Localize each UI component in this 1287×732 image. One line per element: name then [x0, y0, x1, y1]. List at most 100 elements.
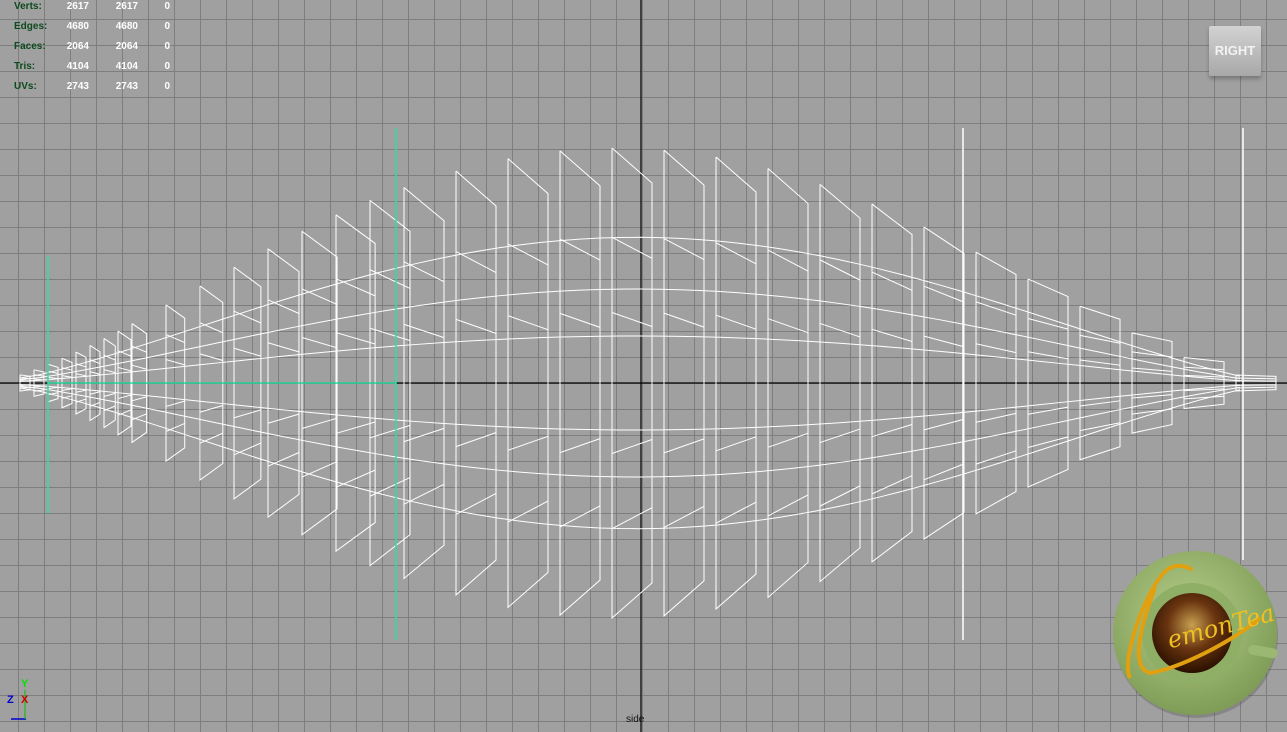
wire-edge [975, 343, 1017, 354]
wire-edge [1235, 386, 1277, 389]
wire-edge [1027, 317, 1069, 330]
wire-edge [1235, 380, 1277, 382]
stat-label: Tris: [14, 61, 36, 72]
wire-edge [871, 271, 913, 291]
lemontea-logo: emonTea [1113, 551, 1278, 718]
wire-edge [61, 375, 73, 378]
wire-edge [335, 421, 376, 434]
wire-edge [1235, 377, 1277, 380]
wire-edge [923, 463, 965, 481]
wire-edge [267, 452, 300, 467]
wire-edge [1027, 436, 1069, 449]
stat-label: Edges: [14, 21, 48, 32]
wire-edge [975, 412, 1017, 423]
wire-edge [871, 424, 913, 438]
wireframe-scene[interactable] [0, 0, 1287, 732]
wire-edge [165, 334, 185, 344]
wire-edge [507, 435, 549, 451]
stat-label: Faces: [14, 41, 46, 52]
wire-edge [975, 301, 1017, 316]
wire-longitudinal-edge [19, 385, 1241, 478]
wire-edge [89, 371, 101, 375]
wire-edge [715, 314, 757, 330]
wire-edge [507, 315, 549, 331]
wire-edge [663, 505, 705, 528]
wire-edge [117, 409, 132, 416]
view-cube-right-button[interactable]: RIGHT [1209, 26, 1261, 76]
wire-edge [975, 450, 1017, 465]
wire-edge [267, 299, 300, 314]
wire-edge [559, 238, 601, 261]
wire-edge [455, 493, 497, 515]
wire-edge [117, 350, 132, 357]
wire-edge [233, 347, 262, 357]
wire-edge [507, 243, 549, 266]
wire-edge [267, 342, 300, 353]
stat-total: 2743 [66, 81, 89, 92]
wire-edge [663, 312, 705, 328]
wire-edge [131, 345, 147, 353]
wire-edge [923, 285, 965, 303]
wire-edge [1131, 367, 1173, 372]
wire-edge [455, 318, 497, 334]
wire-edge [715, 501, 757, 524]
wire-edge [301, 461, 338, 478]
side-viewport[interactable]: Verts: 2617 2617 0 Edges: 4680 4680 0 Faces: 20… [0, 0, 1287, 732]
z-axis-label: Z [7, 694, 14, 706]
wire-edge [233, 442, 262, 456]
wire-edge [767, 318, 809, 334]
wire-edge [507, 500, 549, 523]
wire-edge [1079, 422, 1121, 432]
wire-edge [1079, 359, 1121, 366]
wire-edge [1235, 384, 1277, 386]
wire-edge [61, 388, 73, 391]
wire-edge [611, 439, 653, 454]
wire-edge [301, 288, 338, 305]
wire-edge [819, 428, 861, 444]
camera-name-label: side [626, 714, 645, 725]
stat-extra: 0 [164, 21, 170, 32]
wire-edge [301, 417, 338, 429]
wire-edge [559, 438, 601, 454]
wire-edge [1131, 394, 1173, 399]
wire-edge [117, 394, 132, 400]
wire-edge [335, 469, 376, 488]
wire-edge [199, 405, 223, 413]
stat-total: 2064 [66, 41, 89, 52]
stat-total: 4680 [66, 21, 89, 32]
wire-edge [75, 389, 87, 393]
axis-orientation-gizmo: Y Z X [4, 678, 44, 720]
wire-edge [923, 418, 965, 431]
wire-edge [611, 312, 653, 327]
wire-edge [767, 249, 809, 272]
wire-edge [819, 322, 861, 338]
wire-edge [89, 391, 101, 395]
stat-total: 2617 [66, 1, 89, 12]
wire-edge [1027, 406, 1069, 415]
wire-edge [165, 422, 185, 432]
wire-edge [103, 392, 116, 397]
stat-label: UVs: [14, 81, 37, 92]
stat-label: Verts: [14, 1, 42, 12]
wire-edge [233, 310, 262, 324]
x-axis-label: X [21, 694, 29, 706]
wire-edge [767, 494, 809, 517]
wire-edge [663, 238, 705, 261]
wire-edge [199, 322, 223, 334]
wire-edge [767, 432, 809, 448]
wire-edge [131, 413, 147, 421]
wire-edge [199, 353, 223, 361]
stat-extra: 0 [164, 61, 170, 72]
wire-edge [335, 332, 376, 345]
wire-edge [715, 436, 757, 452]
wire-edge [559, 505, 601, 528]
wire-edge [75, 373, 87, 377]
wire-edge [611, 507, 653, 530]
stat-extra: 0 [164, 1, 170, 12]
wire-edge [165, 359, 185, 366]
wire-edge [335, 278, 376, 297]
wire-edge [871, 475, 913, 495]
wire-edge [871, 328, 913, 342]
wire-edge [1079, 400, 1121, 407]
wire-longitudinal-edge [19, 288, 1241, 381]
